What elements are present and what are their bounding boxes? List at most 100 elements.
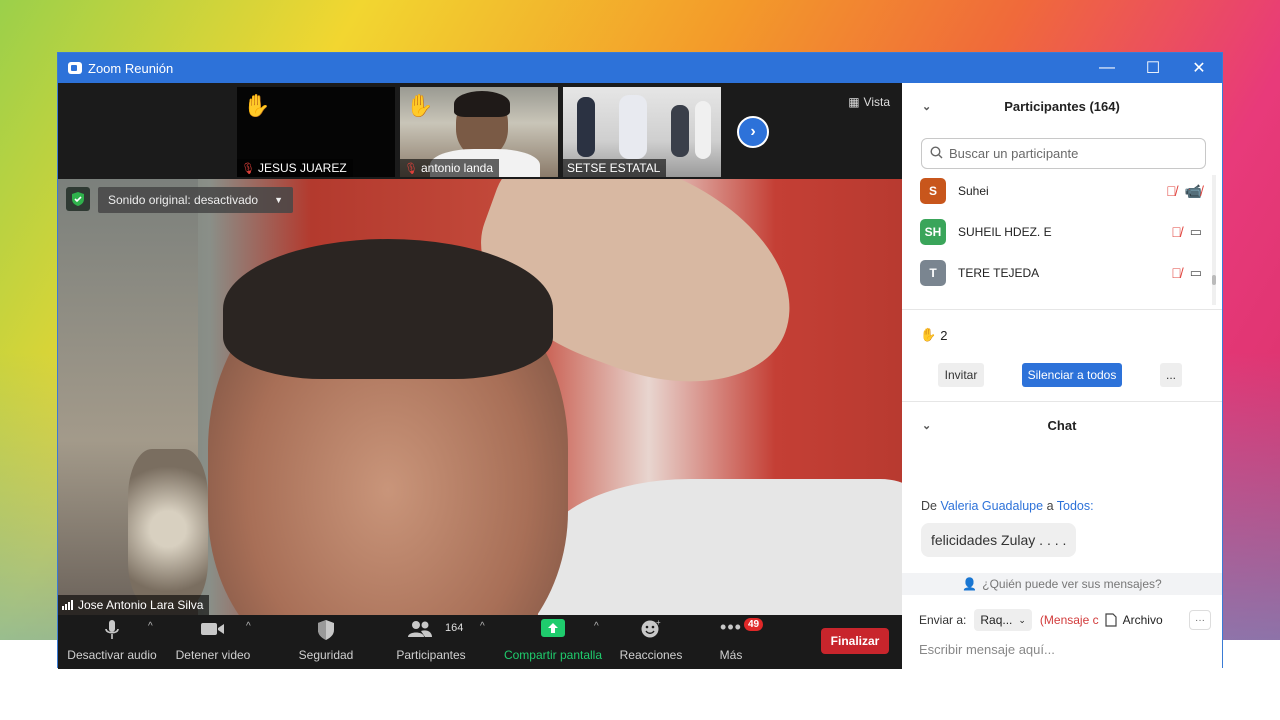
mic-muted-icon[interactable]: 🎙̸ xyxy=(1166,183,1177,200)
chevron-right-icon: › xyxy=(750,123,756,140)
chat-header: ⌄ Chat xyxy=(922,417,1077,433)
file-button[interactable]: Archivo xyxy=(1105,613,1163,627)
invite-button[interactable]: Invitar xyxy=(938,363,984,387)
participant-row[interactable]: T TERE TEJEDA 🎙̸ ▭ xyxy=(920,259,1210,287)
end-meeting-button[interactable]: Finalizar xyxy=(821,628,889,654)
divider xyxy=(902,401,1222,402)
divider xyxy=(902,309,1222,310)
mic-muted-icon[interactable]: 🎙̸ xyxy=(1171,224,1182,240)
security-button[interactable]: Seguridad xyxy=(290,615,362,669)
participants-icon xyxy=(407,619,433,642)
participants-list: S Suhei 🎙̸ 📹̸ SH SUHEIL HDEZ. E 🎙̸ ▭ T T… xyxy=(902,175,1222,307)
participant-name: TERE TEJEDA xyxy=(958,266,1040,280)
microphone-icon xyxy=(104,619,120,644)
svg-text:+: + xyxy=(656,619,661,627)
shield-icon xyxy=(317,619,335,644)
thumbnail-name: SETSE ESTATAL xyxy=(563,159,667,177)
participant-row-partial[interactable] xyxy=(920,299,1210,307)
participants-options-caret[interactable]: ^ xyxy=(480,621,485,632)
view-button[interactable]: ▦ Vista xyxy=(848,95,890,109)
reactions-button[interactable]: + Reacciones xyxy=(618,615,684,669)
audio-options-caret[interactable]: ^ xyxy=(148,621,153,632)
chat-message-header: De Valeria Guadalupe a Todos: xyxy=(921,499,1094,513)
more-dots-icon: ••• xyxy=(720,617,742,637)
thumbnail-name: 🎙 antonio landa xyxy=(400,159,500,177)
speaker-hair xyxy=(223,239,553,379)
mic-muted-icon: 🎙 xyxy=(241,162,255,175)
collapse-chevron-icon[interactable]: ⌄ xyxy=(922,100,931,113)
send-to-row: Enviar a: Raq... ⌄ (Mensaje c Archivo ··… xyxy=(919,609,1211,631)
avatar: SH xyxy=(920,219,946,245)
sender-link[interactable]: Valeria Guadalupe xyxy=(940,499,1043,513)
search-input[interactable]: Buscar un participante xyxy=(949,146,1078,161)
thumbnail-antonio-landa[interactable]: ✋ 🎙 antonio landa xyxy=(400,87,558,177)
close-button[interactable]: ✕ xyxy=(1176,53,1222,83)
video-icon[interactable]: ▭ xyxy=(1190,224,1202,240)
speaker-name-label: Jose Antonio Lara Silva xyxy=(58,595,210,615)
collapse-chevron-icon[interactable]: ⌄ xyxy=(922,419,931,432)
next-page-button[interactable]: › xyxy=(737,116,769,148)
recipient-link[interactable]: Todos: xyxy=(1057,499,1094,513)
mute-all-button[interactable]: Silenciar a todos xyxy=(1022,363,1122,387)
participants-scrollbar[interactable] xyxy=(1212,175,1216,305)
reactions-smiley-icon: + xyxy=(640,618,662,642)
thumbnail-strip: ✋ 🎙 JESUS JUAREZ ✋ 🎙 antonio landa SETSE… xyxy=(58,83,902,179)
video-off-icon[interactable]: 📹̸ xyxy=(1185,183,1202,200)
raised-hand-icon: ✋ xyxy=(920,327,937,342)
private-message-hint: (Mensaje c xyxy=(1039,613,1099,627)
speaker-shirt xyxy=(538,479,902,615)
window-controls: — ☐ ✕ xyxy=(1084,53,1222,83)
mute-button[interactable]: Desactivar audio xyxy=(66,615,158,669)
chat-more-button[interactable]: ··· xyxy=(1189,610,1211,630)
participant-search[interactable]: Buscar un participante xyxy=(921,138,1206,169)
participants-header: ⌄ Participantes (164) xyxy=(922,98,1120,114)
recipient-select[interactable]: Raq... ⌄ xyxy=(974,609,1032,631)
video-icon[interactable]: ▭ xyxy=(1190,265,1202,281)
chat-message-input[interactable] xyxy=(919,639,1209,659)
raised-hand-icon: ✋ xyxy=(243,93,271,118)
mic-muted-icon: 🎙 xyxy=(404,162,418,175)
grid-icon: ▦ xyxy=(848,95,860,109)
meeting-toolbar: Desactivar audio ^ Detener video ^ Segur… xyxy=(58,615,902,669)
participant-row[interactable]: SH SUHEIL HDEZ. E 🎙̸ ▭ xyxy=(920,218,1210,246)
avatar: T xyxy=(920,260,946,286)
more-notification-badge: 49 xyxy=(744,618,764,631)
person-privacy-icon: 👤 xyxy=(962,577,978,591)
encryption-shield-icon[interactable] xyxy=(66,187,90,211)
who-can-see-messages[interactable]: 👤 ¿Quién puede ver sus mensajes? xyxy=(902,573,1222,595)
participants-more-button[interactable]: ... xyxy=(1160,363,1182,387)
original-sound-toggle[interactable]: Sonido original: desactivado ▼ xyxy=(98,187,294,213)
participant-row[interactable]: S Suhei 🎙̸ 📹̸ xyxy=(920,177,1210,205)
avatar: S xyxy=(920,178,946,204)
side-panel: ⌄ Participantes (164) Buscar un particip… xyxy=(902,83,1222,668)
thumbnail-name: 🎙 JESUS JUAREZ xyxy=(237,159,353,177)
window-title: Zoom Reunión xyxy=(88,60,174,76)
zoom-window: Zoom Reunión — ☐ ✕ ✋ 🎙 JESUS JUAREZ ✋ 🎙 … xyxy=(57,52,1223,669)
thumbnail-jesus-juarez[interactable]: ✋ 🎙 JESUS JUAREZ xyxy=(237,87,395,177)
participant-name: SUHEIL HDEZ. E xyxy=(958,225,1052,239)
video-area: ✋ 🎙 JESUS JUAREZ ✋ 🎙 antonio landa SETSE… xyxy=(58,83,902,669)
chevron-down-icon: ⌄ xyxy=(1018,614,1026,625)
chat-message-bubble: felicidades Zulay . . . . xyxy=(921,523,1077,557)
share-screen-button[interactable]: Compartir pantalla xyxy=(502,615,604,669)
search-icon xyxy=(930,145,943,162)
maximize-button[interactable]: ☐ xyxy=(1130,53,1176,83)
mic-muted-icon[interactable]: 🎙̸ xyxy=(1171,265,1182,281)
participants-count: 164 xyxy=(445,622,464,634)
participant-name: Suhei xyxy=(958,184,989,198)
minimize-button[interactable]: — xyxy=(1084,53,1130,83)
file-icon xyxy=(1105,613,1117,627)
participants-button[interactable]: 164 Participantes xyxy=(388,615,474,669)
signal-bars-icon xyxy=(62,600,73,610)
share-screen-icon xyxy=(541,619,565,640)
stop-video-button[interactable]: Detener video xyxy=(173,615,253,669)
video-options-caret[interactable]: ^ xyxy=(246,621,251,632)
share-options-caret[interactable]: ^ xyxy=(594,621,599,632)
caret-down-icon: ▼ xyxy=(274,195,284,205)
zoom-logo-icon xyxy=(68,62,82,74)
video-camera-icon xyxy=(200,619,226,642)
raised-hand-icon: ✋ xyxy=(406,93,434,118)
active-speaker-video: Sonido original: desactivado ▼ Jose Anto… xyxy=(58,179,902,615)
thumbnail-setse-estatal[interactable]: SETSE ESTATAL xyxy=(563,87,721,177)
title-bar: Zoom Reunión — ☐ ✕ xyxy=(58,53,1222,83)
